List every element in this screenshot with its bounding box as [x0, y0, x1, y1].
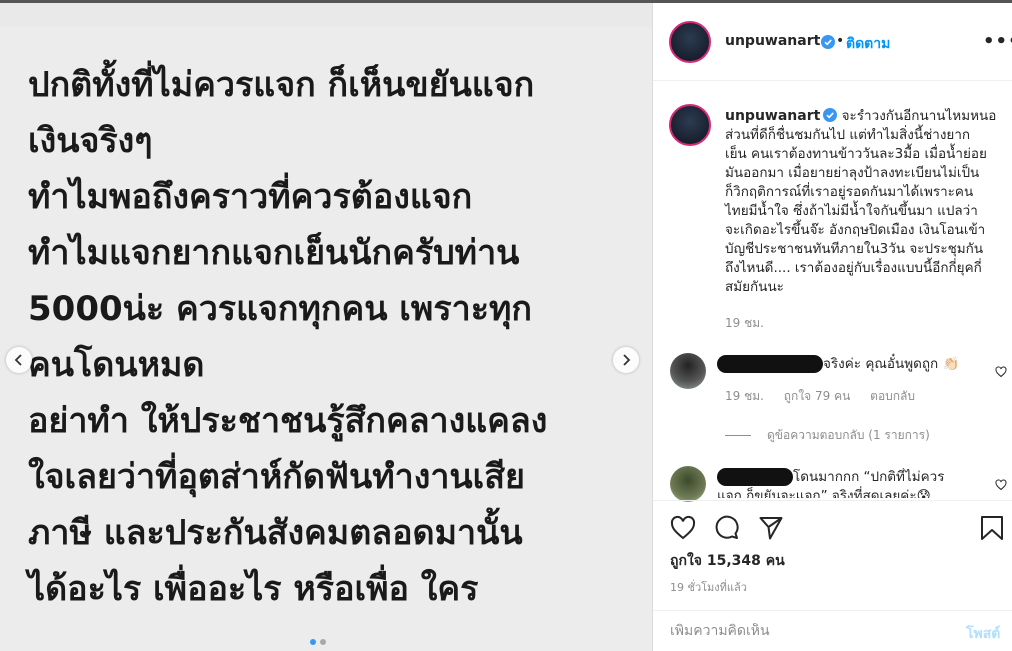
comment-item: จริงค่ะ คุณอั๋นพูดถูก 👏🏻 19 ชม. ถูกใจ 79…: [717, 355, 999, 406]
share-icon[interactable]: [758, 515, 784, 541]
carousel-dot: [320, 639, 326, 645]
post-text-line: อย่าทำ ให้ประชาชนรู้สึกคลางแคลง: [28, 401, 548, 441]
post-header: unpuwanart • ติดตาม •••: [653, 3, 1012, 81]
comment-likes[interactable]: ถูกใจ 79 คน: [784, 389, 851, 403]
comment-like-icon[interactable]: [995, 479, 1007, 491]
comment-text: โดนมากกก “ปกติที่ไม่ควร: [793, 469, 945, 485]
comment-meta: 19 ชม. ถูกใจ 79 คน ตอบกลับ: [725, 387, 999, 406]
caption-line: บัญชีประชาชนทันทีภายใน3วัน จะประชุมกัน: [725, 241, 984, 257]
reply-button[interactable]: ตอบกลับ: [870, 389, 915, 403]
caption-line: จะเกิดอะไรขึ้นจ๊ะ อังกฤษปิดเมือง เงินโอน…: [725, 222, 986, 238]
carousel-indicator: [310, 639, 326, 645]
caption-timestamp: 19 ชม.: [725, 316, 764, 330]
post-image: ปกติทั้งที่ไม่ควรแจก ก็เห็นขยันแจก เงินจ…: [0, 27, 652, 651]
caption-line: ไทยมีน้ำใจ ซึ่งถ้าไม่มีน้ำใจกันขึ้นมา แป…: [725, 203, 978, 219]
post-text-line: ได้อะไร เพื่ออะไร หรือเพื่อ ใคร: [28, 569, 479, 609]
post-text-line: ภาษี และประกันสังคมตลอดมานั้น: [28, 513, 523, 553]
header-username[interactable]: unpuwanart: [725, 33, 820, 49]
caption-first-line: unpuwanart จะรำวงกันอีกนานไหมหนอ: [725, 107, 1007, 126]
caption-line: มันออกมา เมื่อยายย่าลุงป้าลงทะเบียนไม่เป…: [725, 165, 980, 181]
caption: unpuwanart จะรำวงกันอีกนานไหมหนอ ส่วนที่…: [725, 107, 1007, 297]
separator-dot: •: [836, 33, 845, 49]
more-options-icon[interactable]: •••: [983, 31, 1012, 52]
redacted-username: [717, 355, 823, 373]
post-text-line: คนโดนหมด: [28, 345, 205, 385]
add-comment-bar: โพสต์: [653, 610, 1012, 651]
caption-line: เย็น คนเราต้องทานข้าววันละ3มื้อ เมื่อน้ำ…: [725, 146, 987, 162]
post-comment-button[interactable]: โพสต์: [966, 623, 1000, 645]
comment-body: โดนมากกก “ปกติที่ไม่ควร: [717, 468, 999, 487]
comment-input[interactable]: [670, 623, 930, 639]
post-text-line: ปกติทั้งที่ไม่ควรแจก ก็เห็นขยันแจก: [28, 65, 535, 105]
carousel-dot: [310, 639, 316, 645]
chevron-right-icon: [623, 354, 631, 366]
post-text-line: ทำไมแจกยากแจกเย็นนักครับท่าน: [28, 233, 520, 273]
post-text-line: 5000น่ะ ควรแจกทุกคน เพราะทุก: [28, 289, 532, 329]
caption-line: ก็วิกฤติการณ์ที่เราอยู่รอดกันมาได้เพราะค…: [725, 184, 974, 200]
verified-badge-icon: [821, 35, 835, 49]
redacted-username: [717, 468, 793, 486]
view-replies-label: ดูข้อความตอบกลับ (1 รายการ): [767, 428, 930, 442]
save-icon[interactable]: [979, 515, 1005, 541]
post-text: ปกติทั้งที่ไม่ควรแจก ก็เห็นขยันแจก เงินจ…: [28, 57, 628, 617]
caption-avatar[interactable]: [669, 104, 711, 146]
chevron-left-icon: [14, 354, 22, 366]
comment-like-icon[interactable]: [995, 366, 1007, 378]
comment-time: 19 ชม.: [725, 389, 764, 403]
post-text-line: ใจเลยว่าที่อุตส่าห์กัดฟันทำงานเสีย: [28, 457, 525, 497]
comment-text-continued: แจก ก็ขยันจะแจก” จริงที่สุดเลยค่ะ😰: [717, 488, 931, 498]
post-text-line: เงินจริงๆ: [28, 121, 153, 161]
comment-avatar[interactable]: [670, 353, 706, 389]
post-text-line: ทำไมพอถึงคราวที่ควรต้องแจก: [28, 177, 473, 217]
previous-content-sliver: [0, 3, 652, 27]
comment-body: จริงค่ะ คุณอั๋นพูดถูก 👏🏻: [717, 355, 999, 374]
carousel-next-button[interactable]: [613, 347, 639, 373]
carousel-prev-button[interactable]: [6, 347, 32, 373]
post-actions: ถูกใจ 15,348 คน 19 ชั่วโมงที่แล้ว โพสต์: [653, 500, 1012, 651]
follow-button[interactable]: ติดตาม: [846, 33, 890, 55]
avatar[interactable]: [669, 21, 711, 63]
like-count[interactable]: ถูกใจ 15,348 คน: [670, 550, 785, 572]
caption-line: ถึงไหนดี.... เราต้องอยู่กับเรื่องแบบนี้อ…: [725, 260, 982, 276]
caption-line: ส่วนที่ดีก็ชื่นชมกันไป แต่ทำไมสิ่งนี้ช่า…: [725, 127, 971, 143]
replies-divider: [725, 435, 751, 436]
caption-line: สมัยกันนะ: [725, 279, 784, 295]
caption-username[interactable]: unpuwanart: [725, 108, 820, 124]
comment-item: โดนมากกก “ปกติที่ไม่ควร แจก ก็ขยันจะแจก”…: [717, 468, 999, 498]
heart-icon[interactable]: [670, 515, 696, 541]
view-replies-link[interactable]: ดูข้อความตอบกลับ (1 รายการ): [725, 426, 930, 445]
comment-avatar[interactable]: [670, 466, 706, 502]
post-side-panel: unpuwanart • ติดตาม ••• unpuwanart จะรำว…: [652, 3, 1012, 651]
comment-text: จริงค่ะ คุณอั๋นพูดถูก 👏🏻: [823, 356, 960, 372]
caption-text: จะรำวงกันอีกนานไหมหนอ: [841, 108, 997, 124]
comment-icon[interactable]: [714, 515, 740, 541]
verified-badge-icon: [823, 108, 838, 122]
post-timestamp: 19 ชั่วโมงที่แล้ว: [670, 581, 747, 594]
